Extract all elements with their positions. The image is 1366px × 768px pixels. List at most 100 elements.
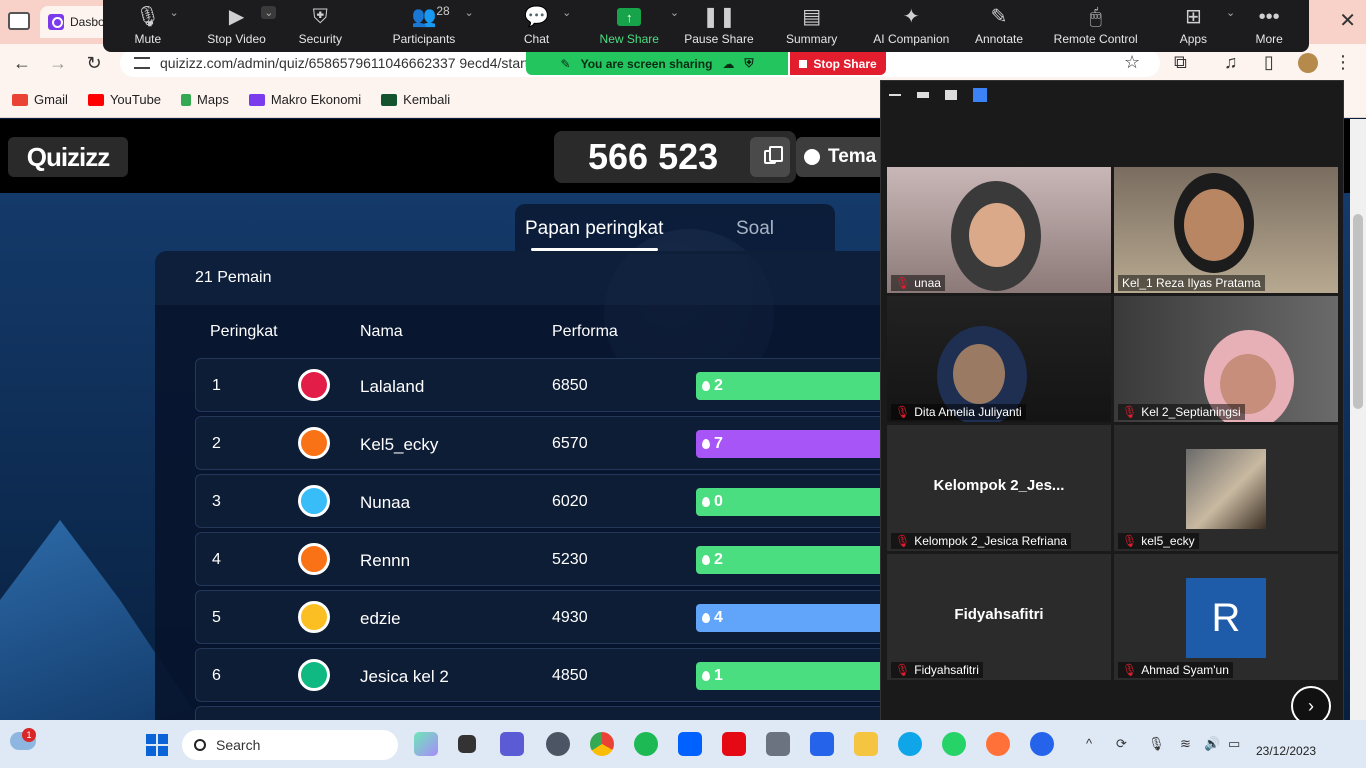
zoom-app-icon[interactable] xyxy=(500,732,524,756)
leaderboard-row[interactable] xyxy=(195,706,935,720)
page-scrollbar[interactable] xyxy=(1350,119,1366,720)
copilot-icon[interactable] xyxy=(414,732,438,756)
tab-leaderboard[interactable]: Papan peringkat xyxy=(525,218,663,240)
edge-icon[interactable] xyxy=(898,732,922,756)
mute-button[interactable]: 🎙 ⌄ Mute xyxy=(103,0,193,50)
chat-button[interactable]: 💬 ⌄ Chat xyxy=(488,0,586,50)
firefox-icon[interactable] xyxy=(986,732,1010,756)
store-icon[interactable] xyxy=(810,732,834,756)
spotify-icon[interactable] xyxy=(634,732,658,756)
quizizz-logo[interactable]: Quizizz xyxy=(8,137,128,177)
bookmark-makro[interactable]: Makro Ekonomi xyxy=(248,92,361,107)
file-explorer-icon[interactable] xyxy=(854,732,878,756)
forward-arrow-icon[interactable]: → xyxy=(40,53,76,74)
gallery-view-icon[interactable] xyxy=(973,88,987,102)
netflix-icon[interactable] xyxy=(722,732,746,756)
chrome-icon[interactable] xyxy=(590,732,614,756)
apps-button[interactable]: ⊞ ⌄ Apps xyxy=(1158,0,1236,50)
speaker-view-icon[interactable] xyxy=(917,92,929,98)
row-score: 6850 xyxy=(552,377,588,394)
strip-view-icon[interactable] xyxy=(945,90,957,100)
quizizz-favicon-icon xyxy=(48,14,64,30)
site-info-icon[interactable] xyxy=(134,57,150,69)
annotate-button[interactable]: ✎ Annotate xyxy=(964,0,1034,50)
streak-bar: 2 xyxy=(696,546,896,574)
extensions-icon[interactable]: ⧉ xyxy=(1174,52,1187,73)
more-button[interactable]: ••• More xyxy=(1229,0,1309,50)
ai-companion-button[interactable]: ✦ AI Companion xyxy=(858,0,964,50)
participant-face xyxy=(953,344,1005,404)
bookmark-maps[interactable]: Maps xyxy=(181,92,229,107)
menu-kebab-icon[interactable]: ⋮ xyxy=(1334,52,1352,73)
copy-code-button[interactable] xyxy=(750,137,790,177)
back-arrow-icon[interactable]: ← xyxy=(4,53,40,74)
video-tile[interactable]: 🎙 Kel 2_Septianingsi xyxy=(1114,296,1338,422)
video-tile[interactable]: 🎙 kel5_ecky xyxy=(1114,425,1338,551)
video-tile[interactable]: 🎙 Dita Amelia Juliyanti xyxy=(887,296,1111,422)
row-name: edzie xyxy=(360,609,401,628)
pause-share-button[interactable]: ❚❚ Pause Share xyxy=(673,0,765,50)
video-tile[interactable]: Kelompok 2_Jes... 🎙 Kelompok 2_Jesica Ref… xyxy=(887,425,1111,551)
bookmark-youtube[interactable]: YouTube xyxy=(87,92,161,107)
gallery-view-switcher xyxy=(881,81,1345,109)
summary-button[interactable]: ▤ Summary xyxy=(765,0,859,50)
bookmark-gmail[interactable]: Gmail xyxy=(12,92,68,107)
side-panel-icon[interactable]: ▯ xyxy=(1264,52,1274,73)
tray-overflow-icon[interactable]: ^ xyxy=(1086,736,1092,751)
mic-muted-icon: 🎙 xyxy=(1122,405,1138,419)
streak-bar: 7 xyxy=(696,430,896,458)
minimize-icon[interactable] xyxy=(889,94,901,96)
streak-drop-icon xyxy=(702,671,710,681)
players-count: 21 Pemain xyxy=(195,269,272,286)
video-tile[interactable]: R 🎙 Ahmad Syam'un xyxy=(1114,554,1338,680)
reload-icon[interactable]: ↻ xyxy=(76,53,112,74)
bookmark-kembali[interactable]: Kembali xyxy=(381,92,450,107)
leaderboard-row[interactable]: 6 Jesica kel 2 4850 1 xyxy=(195,648,935,702)
media-control-icon[interactable]: ♫ xyxy=(1224,52,1238,73)
leaderboard-row[interactable]: 4 Rennn 5230 2 xyxy=(195,532,935,586)
column-performance: Performa xyxy=(552,323,618,340)
taskbar-search[interactable]: Search xyxy=(182,730,398,760)
participants-button[interactable]: 👥 28 ⌄ Participants xyxy=(360,0,488,50)
leaderboard-row[interactable]: 5 edzie 4930 4 xyxy=(195,590,935,644)
chevron-down-icon[interactable]: ⌄ xyxy=(169,6,178,19)
remote-control-button[interactable]: 🖱 Remote Control xyxy=(1034,0,1158,50)
microphone-tray-icon[interactable]: 🎙 xyxy=(1148,736,1165,752)
start-button[interactable] xyxy=(146,734,168,756)
participant-label: 🎙 Ahmad Syam'un xyxy=(1118,662,1233,678)
new-share-button[interactable]: ↑ ⌄ New Share xyxy=(585,0,680,50)
system-date[interactable]: 23/12/2023 xyxy=(1256,744,1316,758)
task-view-icon[interactable] xyxy=(458,735,476,753)
bookmark-star-icon[interactable]: ☆ xyxy=(1124,52,1140,73)
profile-avatar[interactable] xyxy=(1298,53,1318,73)
sparkle-icon: ✦ xyxy=(902,6,920,28)
security-button[interactable]: ⛨ Security xyxy=(280,0,360,50)
scrollbar-thumb[interactable] xyxy=(1353,214,1363,409)
battery-icon[interactable]: ▭ xyxy=(1228,736,1240,752)
chevron-down-icon[interactable]: ⌄ xyxy=(562,6,571,19)
streak-drop-icon xyxy=(702,555,710,565)
tab-questions[interactable]: Soal xyxy=(736,218,774,240)
window-close-icon[interactable]: ✕ xyxy=(1339,8,1356,33)
settings-icon[interactable] xyxy=(546,732,570,756)
dropbox-icon[interactable] xyxy=(678,732,702,756)
tab-actions-icon[interactable] xyxy=(8,12,30,30)
leaderboard-row[interactable]: 1 Lalaland 6850 2 xyxy=(195,358,935,412)
chevron-down-icon[interactable]: ⌄ xyxy=(261,6,277,19)
video-tile[interactable]: Fidyahsafitri 🎙 Fidyahsafitri xyxy=(887,554,1111,680)
leaderboard-row[interactable]: 2 Kel5_ecky 6570 7 xyxy=(195,416,935,470)
whatsapp-icon[interactable] xyxy=(942,732,966,756)
wifi-icon[interactable]: ≋ xyxy=(1180,736,1191,752)
stop-video-button[interactable]: ▶ ⌄ Stop Video xyxy=(193,0,281,50)
video-tile[interactable]: 🎙 unaa xyxy=(887,167,1111,293)
browser-tab-dashboard[interactable]: Dasbo xyxy=(40,6,110,38)
zalo-icon[interactable] xyxy=(1030,732,1054,756)
stop-share-button[interactable]: Stop Share xyxy=(790,52,886,75)
volume-icon[interactable]: 🔊 xyxy=(1204,736,1220,752)
row-score: 6570 xyxy=(552,435,588,452)
camera-icon[interactable] xyxy=(766,732,790,756)
network-sync-icon[interactable]: ⟳ xyxy=(1116,736,1127,752)
leaderboard-row[interactable]: 3 Nunaa 6020 0 xyxy=(195,474,935,528)
chevron-down-icon[interactable]: ⌄ xyxy=(465,6,474,19)
video-tile[interactable]: Kel_1 Reza Ilyas Pratama xyxy=(1114,167,1338,293)
